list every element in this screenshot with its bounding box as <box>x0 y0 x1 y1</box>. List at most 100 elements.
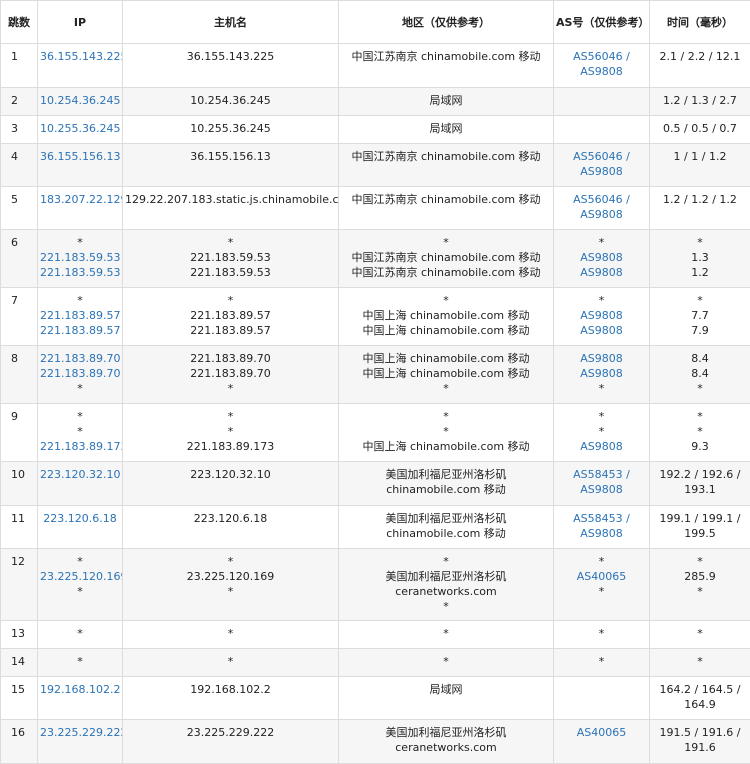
ip-cell: 10.254.36.245 <box>37 87 123 116</box>
ip-link[interactable]: 192.168.102.2 <box>40 682 120 697</box>
asn-link[interactable]: AS9808 <box>556 207 647 222</box>
no-response-marker: * <box>227 555 234 568</box>
hostname-text: 36.155.143.225 <box>186 50 275 63</box>
ip-cell: 10.255.36.245 <box>37 115 123 144</box>
asn-link[interactable]: AS58453 / <box>556 511 647 526</box>
hop-number: 1 <box>0 43 38 88</box>
table-header-row: 跳数 IP 主机名 地区（仅供参考） AS号（仅供参考） 时间（毫秒） <box>0 0 750 44</box>
asn-cell: AS56046 /AS9808 <box>553 43 650 88</box>
ip-link[interactable]: 221.183.59.53 <box>40 265 120 280</box>
region-cell: * * 中国上海 chinamobile.com 移动 <box>338 403 554 462</box>
region-text: 局域网 <box>429 683 463 696</box>
ip-link[interactable]: 183.207.22.129 <box>40 192 122 207</box>
hostname-text: 23.225.120.169 <box>186 570 275 583</box>
ip-link[interactable]: 221.183.89.173 <box>40 439 122 454</box>
no-response-marker: * <box>77 294 83 307</box>
region-text: 中国上海 chinamobile.com 移动 <box>362 324 530 337</box>
asn-link[interactable]: AS9808 <box>556 250 647 265</box>
no-response-marker: * <box>697 382 703 395</box>
no-response-marker: * <box>697 410 703 423</box>
asn-link[interactable]: AS58453 / <box>556 467 647 482</box>
region-text: 局域网 <box>429 122 463 135</box>
asn-cell: * AS9808 AS9808 <box>553 229 650 288</box>
no-response-marker: * <box>77 555 83 568</box>
no-response-marker: * <box>598 655 605 668</box>
region-cell: * 美国加利福尼亚州洛杉矶 ceranetworks.com * <box>338 548 554 621</box>
ip-link[interactable]: 23.225.229.222 <box>40 725 122 740</box>
asn-link[interactable]: AS9808 <box>556 439 647 454</box>
ip-link[interactable]: 223.120.32.10 <box>40 467 120 482</box>
ip-link[interactable]: 221.183.89.70 <box>40 351 120 366</box>
table-row: 8 221.183.89.70 221.183.89.70 * 221.183.89.7… <box>0 345 750 404</box>
hop-number: 13 <box>0 620 38 649</box>
table-row: 1 36.155.143.225 36.155.143.225 中国江苏南京 chin… <box>0 43 750 88</box>
hop-number: 7 <box>0 287 38 346</box>
ip-link[interactable]: 221.183.89.57 <box>40 323 120 338</box>
ip-link[interactable]: 221.183.59.53 <box>40 250 120 265</box>
asn-link[interactable]: AS56046 / <box>556 49 647 64</box>
ip-link[interactable]: 10.255.36.245 <box>40 121 120 136</box>
time-cell: 0.5 / 0.5 / 0.7 <box>649 115 750 144</box>
region-text: 中国上海 chinamobile.com 移动 <box>362 309 530 322</box>
ip-link[interactable]: 36.155.156.13 <box>40 149 120 164</box>
no-response-marker: * <box>77 236 83 249</box>
asn-link[interactable]: AS9808 <box>556 64 647 79</box>
region-text: chinamobile.com 移动 <box>386 527 506 540</box>
no-response-marker: * <box>697 627 703 640</box>
asn-link[interactable]: AS40065 <box>556 725 647 740</box>
no-response-marker: * <box>227 425 234 438</box>
no-response-marker: * <box>227 585 234 598</box>
ip-link[interactable]: 221.183.89.70 <box>40 366 120 381</box>
ip-link[interactable]: 23.225.120.169 <box>40 569 122 584</box>
time-text: 1 / 1 / 1.2 <box>673 150 727 163</box>
no-response-marker: * <box>77 425 83 438</box>
no-response-marker: * <box>227 294 234 307</box>
region-text: 中国上海 chinamobile.com 移动 <box>362 352 530 365</box>
hostname-cell: 223.120.32.10 <box>122 461 339 506</box>
time-cell: * <box>649 648 750 677</box>
hostname-cell: * 221.183.89.57 221.183.89.57 <box>122 287 339 346</box>
asn-link[interactable]: AS56046 / <box>556 192 647 207</box>
time-cell: 1.2 / 1.2 / 1.2 <box>649 186 750 230</box>
asn-link[interactable]: AS9808 <box>556 482 647 497</box>
asn-link[interactable]: AS56046 / <box>556 149 647 164</box>
header-ip: IP <box>37 0 123 44</box>
no-response-marker: * <box>443 655 449 668</box>
no-response-marker: * <box>697 236 703 249</box>
ip-cell: * 221.183.59.53 221.183.59.53 <box>37 229 123 288</box>
ip-link[interactable]: 221.183.89.57 <box>40 308 120 323</box>
asn-link[interactable]: AS9808 <box>556 265 647 280</box>
asn-link[interactable]: AS9808 <box>556 164 647 179</box>
table-row: 6 * 221.183.59.53 221.183.59.53 * 221.183.59.… <box>0 229 750 288</box>
asn-link[interactable]: AS9808 <box>556 323 647 338</box>
asn-cell: * * AS9808 <box>553 403 650 462</box>
region-text: 中国江苏南京 chinamobile.com 移动 <box>351 266 541 279</box>
time-cell: 1 / 1 / 1.2 <box>649 143 750 187</box>
hop-number: 9 <box>0 403 38 462</box>
asn-link[interactable]: AS9808 <box>556 351 647 366</box>
asn-link[interactable]: AS9808 <box>556 366 647 381</box>
hostname-cell: * <box>122 620 339 649</box>
asn-link[interactable]: AS9808 <box>556 308 647 323</box>
no-response-marker: * <box>697 555 703 568</box>
ip-link[interactable]: 223.120.6.18 <box>40 511 120 526</box>
asn-link[interactable]: AS9808 <box>556 526 647 541</box>
no-response-marker: * <box>77 655 83 668</box>
asn-link[interactable]: AS40065 <box>556 569 647 584</box>
no-response-marker: * <box>443 294 449 307</box>
no-response-marker: * <box>227 382 234 395</box>
time-text: 192.2 / 192.6 / <box>659 468 741 481</box>
time-text: 2.1 / 2.2 / 12.1 <box>659 50 741 63</box>
no-response-marker: * <box>443 425 449 438</box>
hostname-cell: 10.255.36.245 <box>122 115 339 144</box>
hostname-cell: 221.183.89.70 221.183.89.70 * <box>122 345 339 404</box>
region-text: 美国加利福尼亚州洛杉矶 <box>385 468 507 481</box>
ip-cell: * 221.183.89.57 221.183.89.57 <box>37 287 123 346</box>
asn-cell: AS56046 /AS9808 <box>553 186 650 230</box>
time-text: 199.5 <box>684 527 716 540</box>
ip-cell: 223.120.32.10 <box>37 461 123 506</box>
time-text: 164.2 / 164.5 / <box>659 683 741 696</box>
ip-link[interactable]: 36.155.143.225 <box>40 49 122 64</box>
region-cell: 局域网 <box>338 115 554 144</box>
ip-link[interactable]: 10.254.36.245 <box>40 93 120 108</box>
